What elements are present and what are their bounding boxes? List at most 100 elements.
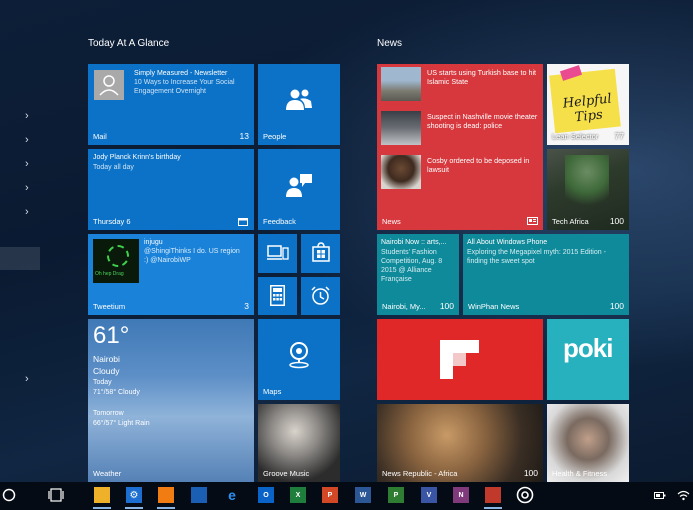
tile-badge: 13 xyxy=(239,131,249,141)
news-republic-tile[interactable]: News Republic - Africa 100 xyxy=(377,404,543,482)
tweetium-tile[interactable]: Oh hep Drag injugu @ShingiThinks I do. U… xyxy=(88,234,254,315)
tile-label: Groove Music xyxy=(263,469,310,478)
chevron-right-icon[interactable]: › xyxy=(25,373,29,385)
news-item[interactable]: US starts using Turkish base to hit Isla… xyxy=(381,67,543,101)
tile-label: People xyxy=(263,132,287,141)
calculator-icon xyxy=(270,285,285,306)
tile-label: News Republic - Africa xyxy=(382,469,458,478)
tile-label: Tweetium xyxy=(93,302,126,311)
tile-badge: 100 xyxy=(609,301,624,311)
weather-condition: Cloudy xyxy=(93,366,120,376)
chevron-right-icon[interactable]: › xyxy=(25,182,29,194)
alarm-clock-icon xyxy=(311,286,330,305)
tile-text: Students' Fashion Competition, Aug. 8 20… xyxy=(381,249,443,283)
battery-icon[interactable] xyxy=(654,491,666,500)
file-explorer-icon[interactable] xyxy=(94,487,110,503)
flipboard-logo-icon xyxy=(440,340,479,379)
photos-icon[interactable] xyxy=(158,487,174,503)
tile-label: Feedback xyxy=(263,217,296,226)
winphan-news-tile[interactable]: All About Windows Phone Exploring the Me… xyxy=(463,234,629,315)
tech-africa-tile[interactable]: Tech Africa 100 xyxy=(547,149,629,230)
news-thumbnail xyxy=(381,111,421,145)
poki-logo-text: poki xyxy=(563,333,613,363)
news-headline: Suspect in Nashville movie theater shoot… xyxy=(427,112,538,130)
onenote-icon[interactable]: N xyxy=(453,487,469,503)
store-icon xyxy=(312,242,330,262)
news-thumbnail xyxy=(381,155,421,189)
start-menu: › › › › › › Today At A Glance News Simpl… xyxy=(0,0,693,482)
helpful-tips-tile[interactable]: Helpful Tips Lean Selector 77 xyxy=(547,64,629,145)
weather-tomorrow: Tomorrow xyxy=(93,410,124,417)
task-view-icon[interactable] xyxy=(48,488,64,502)
word-icon[interactable]: W xyxy=(355,487,371,503)
tile-label: Health & Fitness xyxy=(552,469,608,478)
tile-label: News xyxy=(382,217,401,226)
project-icon[interactable]: P xyxy=(388,487,404,503)
visio-icon[interactable]: V xyxy=(421,487,437,503)
news-tile[interactable]: US starts using Turkish base to hit Isla… xyxy=(377,64,543,230)
health-fitness-tile[interactable]: Health & Fitness xyxy=(547,404,629,482)
devices-icon xyxy=(267,245,289,260)
groove-music-tile[interactable]: Groove Music xyxy=(258,404,340,482)
store-tile[interactable] xyxy=(301,234,340,273)
tile-label: Tech Africa xyxy=(552,217,589,226)
feedback-icon xyxy=(286,174,312,197)
news-app-icon[interactable] xyxy=(485,487,501,503)
group-title-news[interactable]: News xyxy=(377,38,402,49)
news-headline: Cosby ordered to be deposed in lawsuit xyxy=(427,156,530,174)
flipboard-tile[interactable] xyxy=(377,319,543,400)
calendar-icon xyxy=(238,218,248,226)
tile-label: Lean Selector xyxy=(552,132,599,141)
tile-badge: 100 xyxy=(523,468,538,478)
poki-tile[interactable]: poki xyxy=(547,319,629,400)
start-left-rail: › › › › › › xyxy=(0,0,40,482)
news-headline: US starts using Turkish base to hit Isla… xyxy=(427,68,537,86)
people-tile[interactable]: People xyxy=(258,64,340,145)
devices-tile[interactable] xyxy=(258,234,297,273)
remote-desktop-icon[interactable] xyxy=(191,487,207,503)
chevron-right-icon[interactable]: › xyxy=(25,206,29,218)
calculator-tile[interactable] xyxy=(258,277,297,315)
tweet-text: @ShingiThinks I do. US region :) @Nairob… xyxy=(144,248,240,264)
newspaper-icon xyxy=(527,217,538,225)
news-item[interactable]: Suspect in Nashville movie theater shoot… xyxy=(381,111,543,145)
avatar xyxy=(94,70,124,100)
news-item[interactable]: Cosby ordered to be deposed in lawsuit xyxy=(381,155,543,189)
mail-tile[interactable]: Simply Measured - Newsletter 10 Ways to … xyxy=(88,64,254,145)
calendar-event: Jody Planck Krinn's birthday xyxy=(93,154,181,161)
feedback-tile[interactable]: Feedback xyxy=(258,149,340,230)
tile-badge: 100 xyxy=(609,216,624,226)
tile-label: Mail xyxy=(93,132,107,141)
tile-photo xyxy=(565,155,609,211)
wifi-icon[interactable] xyxy=(677,489,690,501)
tweet-user: injugu xyxy=(144,239,163,246)
calendar-time: Today all day xyxy=(93,164,134,171)
chevron-right-icon[interactable]: › xyxy=(25,110,29,122)
group-title-today[interactable]: Today At A Glance xyxy=(88,38,169,49)
excel-icon[interactable]: X xyxy=(290,487,306,503)
mail-subject: 10 Ways to Increase Your Social Engageme… xyxy=(134,79,235,95)
weather-today-range: 71°/58° Cloudy xyxy=(93,389,140,396)
chevron-right-icon[interactable]: › xyxy=(25,158,29,170)
calendar-tile[interactable]: Jody Planck Krinn's birthday Today all d… xyxy=(88,149,254,230)
groove-music-icon[interactable] xyxy=(516,486,534,504)
maps-tile[interactable]: Maps xyxy=(258,319,340,400)
map-pin-icon xyxy=(289,342,309,369)
search-icon[interactable] xyxy=(2,488,16,502)
outlook-icon[interactable]: O xyxy=(258,487,274,503)
tile-title: All About Windows Phone xyxy=(467,239,548,246)
tile-text: Exploring the Megapixel myth: 2015 Editi… xyxy=(467,249,606,265)
powerpoint-icon[interactable]: P xyxy=(322,487,338,503)
edge-browser-icon[interactable]: e xyxy=(224,487,240,503)
tile-badge: 77 xyxy=(614,131,624,141)
tile-label: WinPhan News xyxy=(468,302,520,311)
nairobi-now-tile[interactable]: Nairobi Now :: arts,... Students' Fashio… xyxy=(377,234,459,315)
weather-temperature: 61° xyxy=(93,322,130,349)
settings-gear-icon[interactable]: ⚙ xyxy=(126,487,142,503)
alarms-tile[interactable] xyxy=(301,277,340,315)
rail-selected-item[interactable] xyxy=(0,247,40,270)
weather-tomorrow-range: 66°/57° Light Rain xyxy=(93,420,150,427)
weather-tile[interactable]: 61° Nairobi Cloudy Today 71°/58° Cloudy … xyxy=(88,319,254,482)
chevron-right-icon[interactable]: › xyxy=(25,134,29,146)
tile-badge: 3 xyxy=(244,301,249,311)
